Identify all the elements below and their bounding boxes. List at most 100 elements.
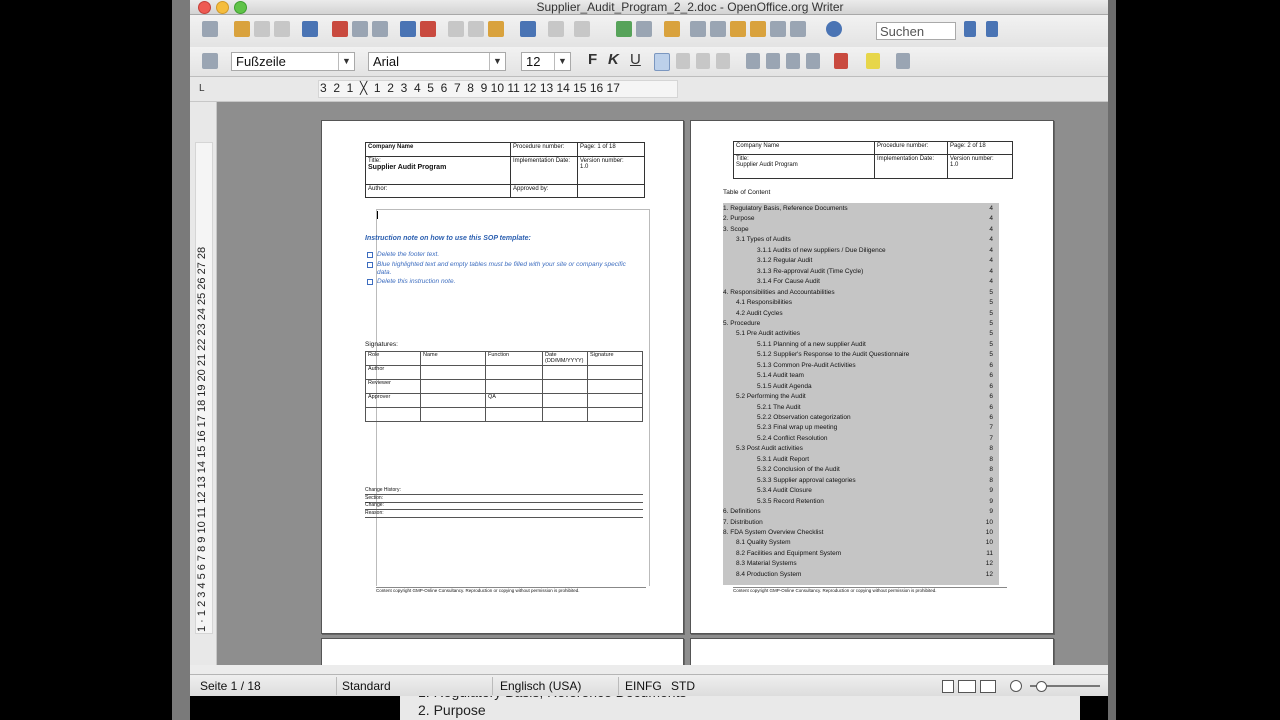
justify-icon[interactable] (716, 53, 730, 69)
toc-entry[interactable]: 2. Purpose 4 (723, 214, 993, 224)
toc-entry[interactable]: 6. Definitions 9 (723, 507, 993, 517)
export-pdf-icon[interactable] (332, 21, 348, 37)
toc-entry[interactable]: 5.3 Post Audit activities 8 (723, 444, 993, 454)
gallery-icon[interactable] (730, 21, 746, 37)
open-icon[interactable] (234, 21, 250, 37)
toc-entry[interactable]: 8.1 Quality System 10 (723, 538, 993, 548)
autospellcheck-icon[interactable] (420, 21, 436, 37)
toc-entry[interactable]: 1. Regulatory Basis, Reference Documents… (723, 204, 993, 214)
italic-button[interactable]: K (608, 51, 619, 68)
close-window-button[interactable] (198, 1, 211, 14)
single-page-view-icon[interactable] (942, 680, 954, 693)
align-center-icon[interactable] (676, 53, 690, 69)
zoom-out-icon[interactable] (1010, 680, 1022, 692)
toc-entry[interactable]: 3.1.2 Regular Audit 4 (723, 256, 993, 266)
toc-entry[interactable]: 5.3.3 Supplier approval categories 8 (723, 476, 993, 486)
cut-icon[interactable] (448, 21, 464, 37)
document-canvas[interactable]: Company Name Procedure number: Page: 1 o… (217, 102, 1108, 665)
font-color-icon[interactable] (834, 53, 848, 69)
search-input[interactable]: Suchen (876, 22, 956, 40)
underline-button[interactable]: U (630, 51, 641, 68)
toc-entry[interactable]: 5.2.4 Conflict Resolution 7 (723, 434, 993, 444)
undo-icon[interactable] (548, 21, 564, 37)
hyperlink-icon[interactable] (616, 21, 632, 37)
redo-icon[interactable] (574, 21, 590, 37)
insert-mode[interactable]: EINFG (625, 679, 662, 693)
page-style[interactable]: Standard (342, 679, 391, 693)
data-sources-icon[interactable] (750, 21, 766, 37)
bold-button[interactable]: F (588, 51, 597, 68)
toc-entry[interactable]: 5.1.5 Audit Agenda 6 (723, 382, 993, 392)
font-name-select[interactable]: Arial ▼ (368, 52, 506, 71)
bullets-icon[interactable] (766, 53, 780, 69)
align-left-icon[interactable] (654, 53, 670, 71)
zoom-slider-handle[interactable] (1036, 681, 1047, 692)
find-previous-icon[interactable] (986, 21, 998, 37)
toc-entry[interactable]: 8.2 Facilities and Equipment System 11 (723, 549, 993, 559)
book-view-icon[interactable] (980, 680, 996, 693)
toc-entry[interactable]: 5.2 Performing the Audit 6 (723, 392, 993, 402)
toc-entry[interactable]: 8.3 Material Systems 12 (723, 559, 993, 569)
align-right-icon[interactable] (696, 53, 710, 69)
horizontal-ruler[interactable]: L 3 2 1 ╳ 1 2 3 4 5 6 7 8 9 10 11 12 13 … (190, 77, 1108, 102)
toc-entry[interactable]: 8. FDA System Overview Checklist 10 (723, 528, 993, 538)
background-color-icon[interactable] (896, 53, 910, 69)
toc-entry[interactable]: 3.1.3 Re-approval Audit (Time Cycle) 4 (723, 267, 993, 277)
toc-entry[interactable]: 5.1.2 Supplier's Response to the Audit Q… (723, 350, 993, 360)
spellcheck-icon[interactable] (400, 21, 416, 37)
email-icon[interactable] (274, 21, 290, 37)
toc-entry[interactable]: 3.1.1 Audits of new suppliers / Due Dili… (723, 246, 993, 256)
toc-entry[interactable]: 5.2.2 Observation categorization 6 (723, 413, 993, 423)
navigator-icon[interactable] (710, 21, 726, 37)
toc-entry[interactable]: 5.1.4 Audit team 6 (723, 371, 993, 381)
help-icon[interactable] (826, 21, 842, 37)
document-page-1[interactable]: Company Name Procedure number: Page: 1 o… (321, 120, 684, 634)
numbering-icon[interactable] (746, 53, 760, 69)
toc-entry[interactable]: 5.3.2 Conclusion of the Audit 8 (723, 465, 993, 475)
toc-entry[interactable]: 3.1 Types of Audits 4 (723, 235, 993, 245)
toc-entry[interactable]: 5.3.1 Audit Report 8 (723, 455, 993, 465)
document-page-4[interactable] (690, 638, 1054, 665)
zoom-window-button[interactable] (234, 1, 247, 14)
toc-entry[interactable]: 5.1.1 Planning of a new supplier Audit 5 (723, 340, 993, 350)
tab-stop-selector[interactable]: L (199, 83, 205, 94)
print-preview-icon[interactable] (372, 21, 388, 37)
page-indicator[interactable]: Seite 1 / 18 (200, 679, 261, 693)
find-replace-icon[interactable] (690, 21, 706, 37)
toc-entry[interactable]: 5.3.4 Audit Closure 9 (723, 486, 993, 496)
highlighting-icon[interactable] (866, 53, 880, 69)
toc-entry[interactable]: 5.1 Pre Audit activities 5 (723, 329, 993, 339)
toc-entry[interactable]: 4. Responsibilities and Accountabilities… (723, 288, 993, 298)
toc-entry[interactable]: 4.1 Responsibilities 5 (723, 298, 993, 308)
format-paintbrush-icon[interactable] (520, 21, 536, 37)
zoom-icon[interactable] (790, 21, 806, 37)
paste-icon[interactable] (488, 21, 504, 37)
multi-page-view-icon[interactable] (958, 680, 976, 693)
vertical-ruler[interactable]: 1 · 1 2 3 4 5 6 7 8 9 10 11 12 13 14 15 … (190, 102, 217, 665)
print-icon[interactable] (352, 21, 368, 37)
show-draw-functions-icon[interactable] (664, 21, 680, 37)
toc-entry[interactable]: 7. Distribution 10 (723, 518, 993, 528)
find-next-icon[interactable] (964, 21, 976, 37)
toc-entry[interactable]: 5. Procedure 5 (723, 319, 993, 329)
font-size-select[interactable]: 12 ▼ (521, 52, 571, 71)
save-icon[interactable] (254, 21, 270, 37)
toc-entry[interactable]: 5.2.3 Final wrap up meeting 7 (723, 423, 993, 433)
new-document-icon[interactable] (202, 21, 218, 37)
decrease-indent-icon[interactable] (786, 53, 800, 69)
document-page-2[interactable]: Company Name Procedure number: Page: 2 o… (690, 120, 1054, 634)
document-page-3[interactable] (321, 638, 684, 665)
toc-entry[interactable]: 5.3.5 Record Retention 9 (723, 497, 993, 507)
toc-entry[interactable]: 5.1.3 Common Pre-Audit Activities 6 (723, 361, 993, 371)
copy-icon[interactable] (468, 21, 484, 37)
toc-entry[interactable]: 3. Scope 4 (723, 225, 993, 235)
minimize-window-button[interactable] (216, 1, 229, 14)
toc-entry[interactable]: 4.2 Audit Cycles 5 (723, 309, 993, 319)
toc-entry[interactable]: 3.1.4 For Cause Audit 4 (723, 277, 993, 287)
edit-file-icon[interactable] (302, 21, 318, 37)
formatting-marks-icon[interactable] (770, 21, 786, 37)
selection-mode[interactable]: STD (671, 679, 695, 693)
toc-entry[interactable]: 8.4 Production System 12 (723, 570, 993, 580)
increase-indent-icon[interactable] (806, 53, 820, 69)
styles-formatting-icon[interactable] (202, 53, 218, 69)
